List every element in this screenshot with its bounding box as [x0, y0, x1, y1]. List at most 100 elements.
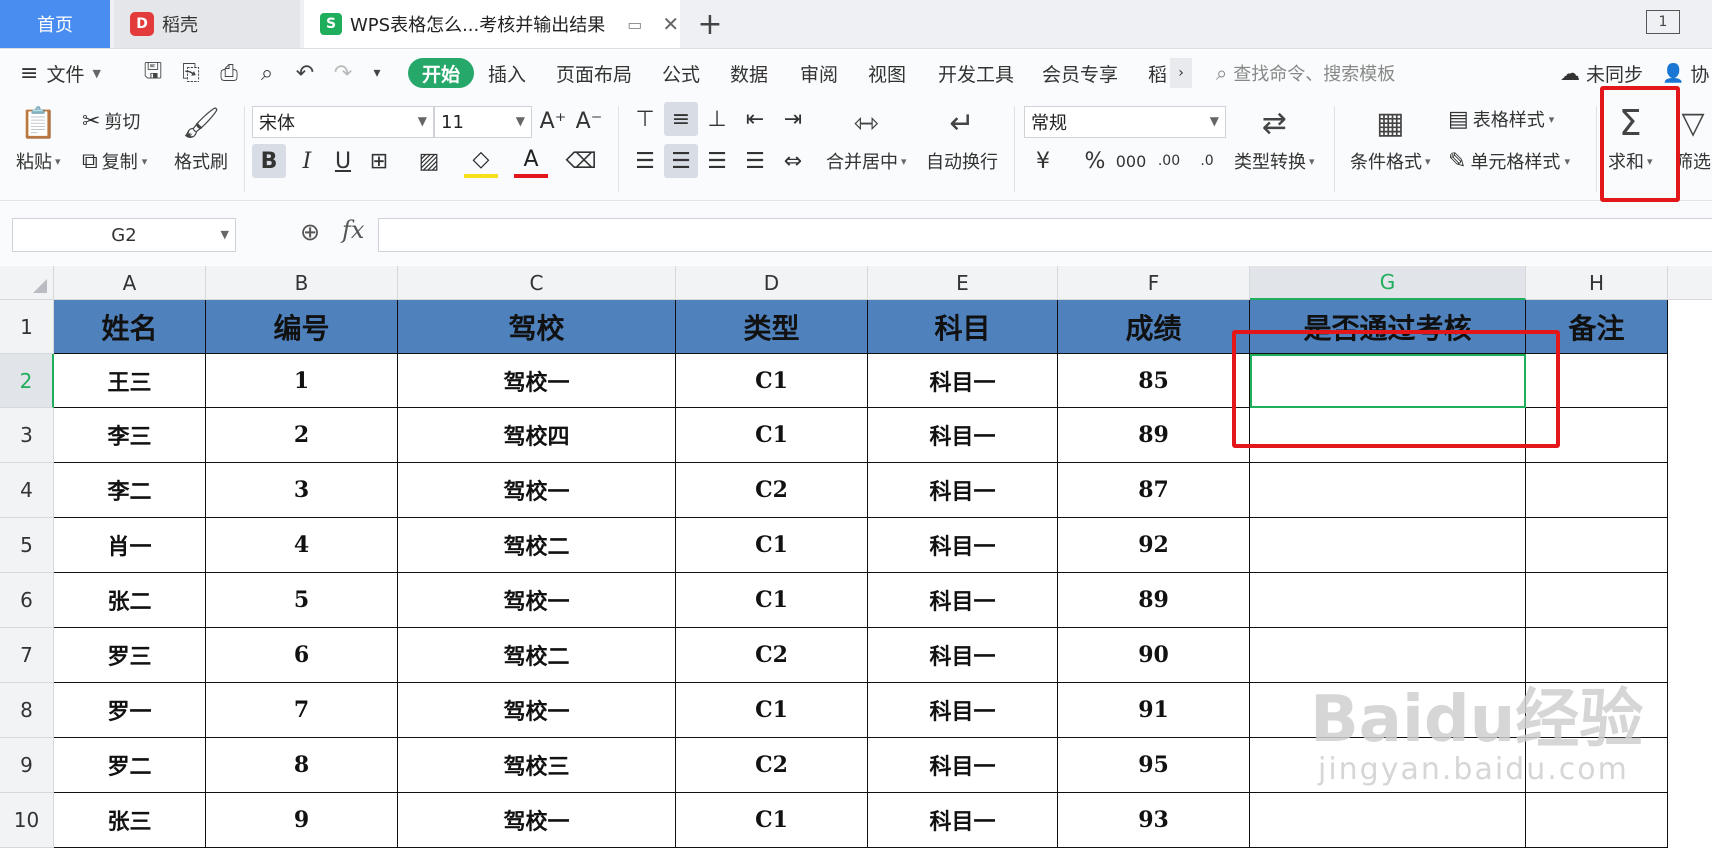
align-center-icon[interactable]: ☰ — [664, 144, 698, 178]
zoom-in-icon[interactable]: ⊕ — [300, 218, 320, 246]
conditional-format-button[interactable]: ▦ 条件格式 ▾ — [1350, 104, 1431, 174]
cell-d3[interactable]: C1 — [676, 408, 868, 463]
cell-g6[interactable] — [1250, 573, 1526, 628]
cell-b6[interactable]: 5 — [206, 573, 398, 628]
column-header-c[interactable]: C — [398, 266, 676, 300]
cell-c5[interactable]: 驾校二 — [398, 518, 676, 573]
wrap-text-button[interactable]: ↵ 自动换行 — [926, 104, 998, 174]
redo-icon[interactable]: ↷ — [326, 50, 360, 96]
align-right-icon[interactable]: ☰ — [700, 144, 734, 178]
number-format-select[interactable]: 常规 ▼ — [1024, 106, 1226, 138]
add-tab-button[interactable]: + — [690, 4, 730, 44]
cell-c6[interactable]: 驾校一 — [398, 573, 676, 628]
cell-e4[interactable]: 科目一 — [868, 463, 1058, 518]
font-color-icon[interactable]: A — [514, 144, 548, 178]
cell-h4[interactable] — [1526, 463, 1668, 518]
header-cell-a[interactable]: 姓名 — [54, 300, 206, 354]
cell-g4[interactable] — [1250, 463, 1526, 518]
increase-indent-icon[interactable]: ⇥ — [776, 102, 810, 136]
cell-h5[interactable] — [1526, 518, 1668, 573]
save-icon[interactable]: 🖫 — [136, 50, 170, 96]
cell-e7[interactable]: 科目一 — [868, 628, 1058, 683]
cell-h10[interactable] — [1526, 793, 1668, 848]
cell-f10[interactable]: 93 — [1058, 793, 1250, 848]
cell-a6[interactable]: 张二 — [54, 573, 206, 628]
monitor-icon[interactable]: ▭ — [627, 15, 642, 34]
paste-button[interactable]: 📋 粘贴 ▾ — [16, 104, 61, 174]
border-icon[interactable]: ⊞ — [362, 144, 396, 178]
increase-decimal-icon[interactable]: .00 — [1152, 144, 1186, 178]
cell-a3[interactable]: 李三 — [54, 408, 206, 463]
cell-b9[interactable]: 8 — [206, 738, 398, 793]
menu-daoke[interactable]: 稻 — [1148, 50, 1167, 96]
menu-developer[interactable]: 开发工具 — [938, 50, 1014, 96]
cell-e6[interactable]: 科目一 — [868, 573, 1058, 628]
formula-input[interactable] — [378, 218, 1712, 252]
row-header-2[interactable]: 2 — [0, 354, 54, 408]
column-header-b[interactable]: B — [206, 266, 398, 300]
row-header-7[interactable]: 7 — [0, 628, 54, 683]
percent-icon[interactable]: % — [1078, 144, 1112, 178]
italic-button[interactable]: I — [290, 144, 324, 178]
cell-a8[interactable]: 罗一 — [54, 683, 206, 738]
eraser-icon[interactable]: ⌫ — [564, 144, 598, 178]
select-all-corner[interactable] — [0, 266, 54, 300]
cell-a2[interactable]: 王三 — [54, 354, 206, 408]
file-menu[interactable]: ≡ 文件 ▼ — [20, 50, 101, 96]
cell-c10[interactable]: 驾校一 — [398, 793, 676, 848]
cell-f4[interactable]: 87 — [1058, 463, 1250, 518]
menu-page-layout[interactable]: 页面布局 — [556, 50, 632, 96]
close-icon[interactable]: ✕ — [662, 12, 679, 36]
cell-e9[interactable]: 科目一 — [868, 738, 1058, 793]
cell-h6[interactable] — [1526, 573, 1668, 628]
function-icon[interactable]: fx — [342, 216, 364, 244]
tab-home[interactable]: 首页 — [0, 0, 110, 48]
fill-color-icon[interactable]: ◇ — [464, 144, 498, 178]
cell-b3[interactable]: 2 — [206, 408, 398, 463]
column-header-a[interactable]: A — [54, 266, 206, 300]
cell-c9[interactable]: 驾校三 — [398, 738, 676, 793]
export-icon[interactable]: ⎘ — [174, 50, 208, 96]
type-convert-button[interactable]: ⇄ 类型转换 ▾ — [1234, 104, 1315, 174]
decrease-font-icon[interactable]: A⁻ — [572, 104, 606, 138]
cell-e10[interactable]: 科目一 — [868, 793, 1058, 848]
decrease-indent-icon[interactable]: ⇤ — [738, 102, 772, 136]
cell-a4[interactable]: 李二 — [54, 463, 206, 518]
cell-f9[interactable]: 95 — [1058, 738, 1250, 793]
menu-insert[interactable]: 插入 — [488, 50, 526, 96]
align-left-icon[interactable]: ☰ — [628, 144, 662, 178]
cell-a7[interactable]: 罗三 — [54, 628, 206, 683]
header-cell-e[interactable]: 科目 — [868, 300, 1058, 354]
header-cell-b[interactable]: 编号 — [206, 300, 398, 354]
increase-font-icon[interactable]: A⁺ — [536, 104, 570, 138]
tab-document[interactable]: S WPS表格怎么...考核并输出结果 ▭ ✕ — [304, 0, 680, 48]
cell-d2[interactable]: C1 — [676, 354, 868, 408]
menu-member[interactable]: 会员专享 — [1042, 50, 1118, 96]
cut-button[interactable]: ✂ 剪切 — [82, 108, 140, 134]
cell-e5[interactable]: 科目一 — [868, 518, 1058, 573]
column-header-h[interactable]: H — [1526, 266, 1668, 300]
cell-f3[interactable]: 89 — [1058, 408, 1250, 463]
cell-d7[interactable]: C2 — [676, 628, 868, 683]
bold-button[interactable]: B — [252, 144, 286, 178]
cell-b10[interactable]: 9 — [206, 793, 398, 848]
align-top-icon[interactable]: ⊤ — [628, 102, 662, 136]
header-cell-c[interactable]: 驾校 — [398, 300, 676, 354]
cell-d5[interactable]: C1 — [676, 518, 868, 573]
thousands-separator-icon[interactable]: 000 — [1114, 144, 1148, 178]
font-size-select[interactable]: 11 ▼ — [434, 106, 532, 138]
print-preview-icon[interactable]: ⌕ — [250, 50, 284, 96]
undo-icon[interactable]: ↶ — [288, 50, 322, 96]
copy-button[interactable]: ⧉ 复制 ▾ — [82, 148, 147, 174]
cell-e3[interactable]: 科目一 — [868, 408, 1058, 463]
cell-b2[interactable]: 1 — [206, 354, 398, 408]
cell-a9[interactable]: 罗二 — [54, 738, 206, 793]
cell-c4[interactable]: 驾校一 — [398, 463, 676, 518]
cell-style-button[interactable]: ✎ 单元格样式 ▾ — [1448, 148, 1570, 174]
cell-d6[interactable]: C1 — [676, 573, 868, 628]
fill-pattern-icon[interactable]: ▨ — [412, 144, 446, 178]
column-header-e[interactable]: E — [868, 266, 1058, 300]
row-header-4[interactable]: 4 — [0, 463, 54, 518]
cell-d9[interactable]: C2 — [676, 738, 868, 793]
cell-f2[interactable]: 85 — [1058, 354, 1250, 408]
